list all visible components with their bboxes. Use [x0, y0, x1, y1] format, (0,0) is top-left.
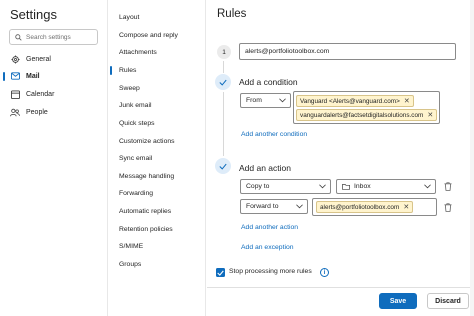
rules-panel: Rules 1 alerts@portfoliotoolbox.com Add …	[207, 0, 474, 316]
action-check-icon	[215, 158, 231, 174]
stop-processing-label: Stop processing more rules	[229, 268, 312, 275]
folder-value: Inbox	[354, 183, 371, 190]
tag-label: alerts@portfoliotoolbox.com	[320, 203, 400, 211]
save-button[interactable]: Save	[379, 293, 417, 309]
remove-tag-icon[interactable]: ✕	[404, 97, 410, 105]
condition-type-value: From	[246, 97, 262, 104]
remove-tag-icon[interactable]: ✕	[403, 203, 409, 211]
nav-label: General	[26, 55, 51, 63]
nav-item-calendar[interactable]: Calendar	[0, 86, 107, 102]
footer-divider	[207, 287, 474, 288]
add-condition-link[interactable]: Add another condition	[241, 131, 307, 138]
menu-item-message-handling[interactable]: Message handling	[109, 168, 205, 184]
add-exception-link[interactable]: Add an exception	[241, 244, 294, 251]
menu-item-retention-policies[interactable]: Retention policies	[109, 221, 205, 237]
calendar-icon	[10, 89, 20, 99]
chevron-down-icon	[424, 184, 431, 189]
menu-item-layout[interactable]: Layout	[109, 9, 205, 25]
nav-item-mail[interactable]: Mail	[0, 68, 107, 84]
condition-value-tag: vanguardalerts@factsetdigitalsolutions.c…	[296, 109, 438, 121]
chevron-down-icon	[319, 184, 326, 189]
condition-type-select[interactable]: From	[240, 93, 291, 108]
scrollbar[interactable]	[470, 0, 474, 316]
menu-item-attachments[interactable]: Attachments	[109, 44, 205, 60]
search-placeholder: Search settings	[26, 33, 71, 41]
menu-item-sweep[interactable]: Sweep	[109, 80, 205, 96]
remove-tag-icon[interactable]: ✕	[427, 111, 433, 119]
discard-button[interactable]: Discard	[427, 293, 469, 309]
folder-select[interactable]: Inbox	[336, 179, 436, 194]
action-title: Add an action	[239, 163, 291, 173]
condition-values-box[interactable]: Vanguard <Alerts@vanguard.com> ✕ vanguar…	[293, 91, 440, 124]
step-number-badge: 1	[217, 45, 231, 59]
folder-icon	[342, 184, 350, 190]
rule-name-input[interactable]: alerts@portfoliotoolbox.com	[239, 43, 456, 60]
search-icon	[15, 33, 22, 41]
delete-action-icon[interactable]	[443, 181, 453, 191]
menu-item-automatic-replies[interactable]: Automatic replies	[109, 203, 205, 219]
step-connector	[223, 92, 224, 156]
step-connector	[223, 61, 224, 73]
mail-icon	[10, 71, 20, 81]
settings-title: Settings	[10, 7, 57, 22]
add-action-link[interactable]: Add another action	[241, 224, 298, 231]
condition-check-icon	[215, 74, 231, 90]
page-title: Rules	[217, 8, 247, 20]
info-icon[interactable]: i	[320, 268, 329, 277]
condition-title: Add a condition	[239, 77, 298, 87]
nav-item-general[interactable]: General	[0, 51, 107, 67]
action1-type-value: Copy to	[246, 183, 270, 190]
menu-item-sync-email[interactable]: Sync email	[109, 150, 205, 166]
tag-label: vanguardalerts@factsetdigitalsolutions.c…	[300, 111, 424, 119]
mail-settings-menu: Layout Compose and reply Attachments Rul…	[109, 0, 206, 316]
menu-item-quick-steps[interactable]: Quick steps	[109, 115, 205, 131]
action1-type-select[interactable]: Copy to	[240, 179, 331, 194]
gear-icon	[10, 54, 20, 64]
search-settings-input[interactable]: Search settings	[9, 29, 98, 45]
nav-item-people[interactable]: People	[0, 104, 107, 120]
condition-value-tag: Vanguard <Alerts@vanguard.com> ✕	[296, 95, 414, 107]
menu-item-junk-email[interactable]: Junk email	[109, 97, 205, 113]
action2-type-select[interactable]: Forward to	[240, 199, 308, 214]
nav-label: Calendar	[26, 90, 55, 98]
stop-processing-checkbox[interactable]	[216, 268, 225, 277]
delete-action-icon[interactable]	[443, 202, 453, 212]
menu-item-customize-actions[interactable]: Customize actions	[109, 133, 205, 149]
menu-item-compose-and-reply[interactable]: Compose and reply	[109, 27, 205, 43]
menu-item-groups[interactable]: Groups	[109, 256, 205, 272]
nav-label: Mail	[26, 72, 40, 80]
nav-label: People	[26, 108, 48, 116]
action2-type-value: Forward to	[246, 203, 279, 210]
menu-item-rules[interactable]: Rules	[109, 62, 205, 78]
menu-item-smime[interactable]: S/MIME	[109, 238, 205, 254]
chevron-down-icon	[296, 204, 303, 209]
recipient-tag: alerts@portfoliotoolbox.com ✕	[316, 201, 414, 213]
menu-item-forwarding[interactable]: Forwarding	[109, 185, 205, 201]
people-icon	[10, 107, 20, 117]
tag-label: Vanguard <Alerts@vanguard.com>	[300, 97, 400, 105]
settings-pane: Settings Search settings General Mail Ca…	[0, 0, 108, 316]
chevron-down-icon	[279, 98, 286, 103]
forward-recipients-box[interactable]: alerts@portfoliotoolbox.com ✕	[312, 198, 437, 216]
